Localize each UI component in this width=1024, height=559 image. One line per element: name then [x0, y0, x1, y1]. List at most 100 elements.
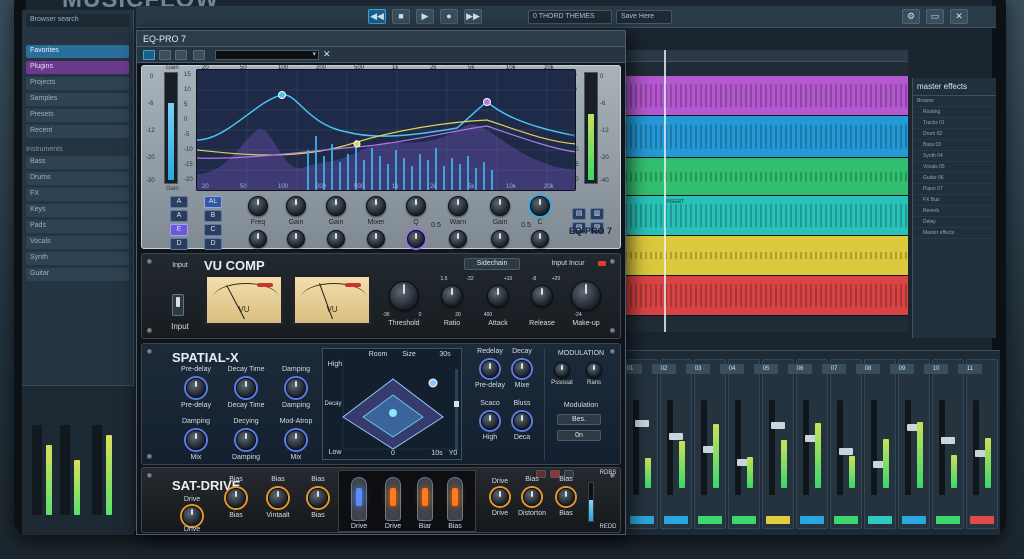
channel-fader[interactable] — [905, 400, 921, 495]
browser-search-input[interactable]: Browser search — [26, 14, 129, 27]
master-effects-item[interactable]: Reverb — [913, 206, 996, 217]
browser-item-favorites[interactable]: Favorites — [26, 45, 129, 58]
reverb-knob[interactable] — [186, 430, 206, 450]
band-button-a[interactable]: A — [170, 196, 188, 208]
band-button-b[interactable]: B — [204, 210, 222, 222]
browser-list-item[interactable]: Guitar — [26, 268, 129, 281]
channel-fader[interactable] — [939, 400, 955, 495]
transport-record-button[interactable]: ● — [440, 9, 458, 24]
band-button-d[interactable]: D — [170, 238, 188, 250]
reverb-knob[interactable] — [481, 360, 499, 378]
eq-mode-button[interactable]: ▤ — [572, 208, 586, 220]
modulation-knob[interactable] — [554, 362, 570, 378]
close-icon[interactable]: ✕ — [950, 9, 968, 24]
transport-forward-button[interactable]: ▶▶ — [464, 9, 482, 24]
master-effects-item[interactable]: FX Bus — [913, 195, 996, 206]
band-button-al[interactable]: AL — [204, 196, 222, 208]
mod-option-button[interactable]: 0n — [557, 430, 601, 441]
reverb-knob[interactable] — [513, 412, 531, 430]
master-effects-item[interactable]: Master effects — [913, 228, 996, 239]
channel-fader[interactable] — [803, 400, 819, 495]
master-effects-item[interactable]: Routing — [913, 107, 996, 118]
saturation-knob[interactable] — [557, 488, 575, 506]
master-effects-item[interactable]: Synth 04 — [913, 151, 996, 162]
eq-knob-q[interactable] — [406, 196, 426, 216]
band-button-a2[interactable]: A — [170, 210, 188, 222]
channel-fader[interactable] — [667, 400, 683, 495]
browser-list-item[interactable]: Keys — [26, 204, 129, 217]
compressor-knob-release[interactable] — [531, 285, 553, 307]
transport-play-button[interactable]: ▶ — [416, 9, 434, 24]
eq-mode-button[interactable]: ▥ — [590, 208, 604, 220]
browser-list-item[interactable]: Drums — [26, 172, 129, 185]
eq-knob-slope[interactable] — [327, 230, 345, 248]
saturation-knob[interactable] — [182, 506, 202, 526]
eq-knob-q[interactable] — [249, 230, 267, 248]
modulation-knob[interactable] — [586, 362, 602, 378]
browser-list-item[interactable]: Pads — [26, 220, 129, 233]
reverb-knob[interactable] — [236, 430, 256, 450]
close-icon[interactable]: ✕ — [323, 50, 335, 60]
eq-knob-yocal[interactable] — [491, 230, 509, 248]
eq-curve-display[interactable] — [196, 69, 576, 191]
transport-rewind-button[interactable]: ◀◀ — [368, 9, 386, 24]
channel-fader[interactable] — [633, 400, 649, 495]
input-toggle[interactable] — [172, 294, 184, 316]
reverb-knob[interactable] — [236, 378, 256, 398]
master-effects-item[interactable]: Tracks 01 — [913, 118, 996, 129]
browser-item-recent[interactable]: Recent — [26, 125, 129, 138]
saturation-knob[interactable] — [226, 488, 246, 508]
master-effects-item[interactable]: Guitar 06 — [913, 173, 996, 184]
eq-knob-matro[interactable] — [531, 230, 549, 248]
channel-fader[interactable] — [837, 400, 853, 495]
eq-knob-gain[interactable] — [286, 196, 306, 216]
eq-knob-son[interactable] — [367, 230, 385, 248]
fader-cap[interactable] — [839, 448, 853, 455]
band-button-c[interactable]: C — [204, 224, 222, 236]
browser-item-projects[interactable]: Projects — [26, 77, 129, 90]
browser-list-item[interactable]: Vocals — [26, 236, 129, 249]
window-icon[interactable]: ▭ — [926, 9, 944, 24]
position-display[interactable]: 0 THORD THEMES — [528, 10, 612, 24]
eq-curve-graph[interactable] — [197, 70, 576, 191]
eq-knob-c[interactable] — [530, 196, 550, 216]
reverb-space-display[interactable]: Room Size 30s High Decay Low 0 10s Y0 — [322, 348, 462, 460]
eq-knob-profile[interactable] — [449, 230, 467, 248]
reverb-knob[interactable] — [286, 430, 306, 450]
preset-dropdown[interactable]: ▾ — [215, 50, 319, 60]
master-effects-item[interactable]: Vocals 05 — [913, 162, 996, 173]
saturation-knob[interactable] — [308, 488, 328, 508]
band-button-e[interactable]: E — [170, 224, 188, 236]
compare-button[interactable] — [159, 50, 171, 60]
eq-knob-mat.[interactable] — [287, 230, 305, 248]
band-button-d2[interactable]: D — [204, 238, 222, 250]
reverb-knob[interactable] — [513, 360, 531, 378]
transport-stop-button[interactable]: ■ — [392, 9, 410, 24]
browser-list-item[interactable]: FX — [26, 188, 129, 201]
channel-fader[interactable] — [871, 400, 887, 495]
settings-icon[interactable]: ⚙ — [902, 9, 920, 24]
compressor-knob-attack[interactable] — [487, 285, 509, 307]
channel-fader[interactable] — [973, 400, 989, 495]
eq-knob-freq[interactable] — [248, 196, 268, 216]
browser-item-presets[interactable]: Presets — [26, 109, 129, 122]
mini-fader[interactable] — [92, 425, 102, 515]
paste-button[interactable] — [193, 50, 205, 60]
reverb-knob[interactable] — [186, 378, 206, 398]
playhead[interactable] — [664, 50, 666, 332]
fader-cap[interactable] — [941, 437, 955, 444]
reverb-knob[interactable] — [286, 378, 306, 398]
eq-knob-mixer[interactable] — [366, 196, 386, 216]
saturation-knob[interactable] — [491, 488, 509, 506]
saturation-knob[interactable] — [268, 488, 288, 508]
browser-item-plugins[interactable]: Plugins — [26, 61, 129, 74]
channel-fader[interactable] — [769, 400, 785, 495]
compressor-knob-threshold[interactable] — [389, 281, 419, 311]
compressor-knob-ratio[interactable] — [441, 285, 463, 307]
mini-fader[interactable] — [60, 425, 70, 515]
fader-cap[interactable] — [635, 420, 649, 427]
save-button[interactable]: Save Here — [616, 10, 672, 24]
master-effects-search[interactable]: Browse — [913, 96, 996, 107]
browser-list-item[interactable]: Bass — [26, 156, 129, 169]
compressor-knob-make-up[interactable] — [571, 281, 601, 311]
